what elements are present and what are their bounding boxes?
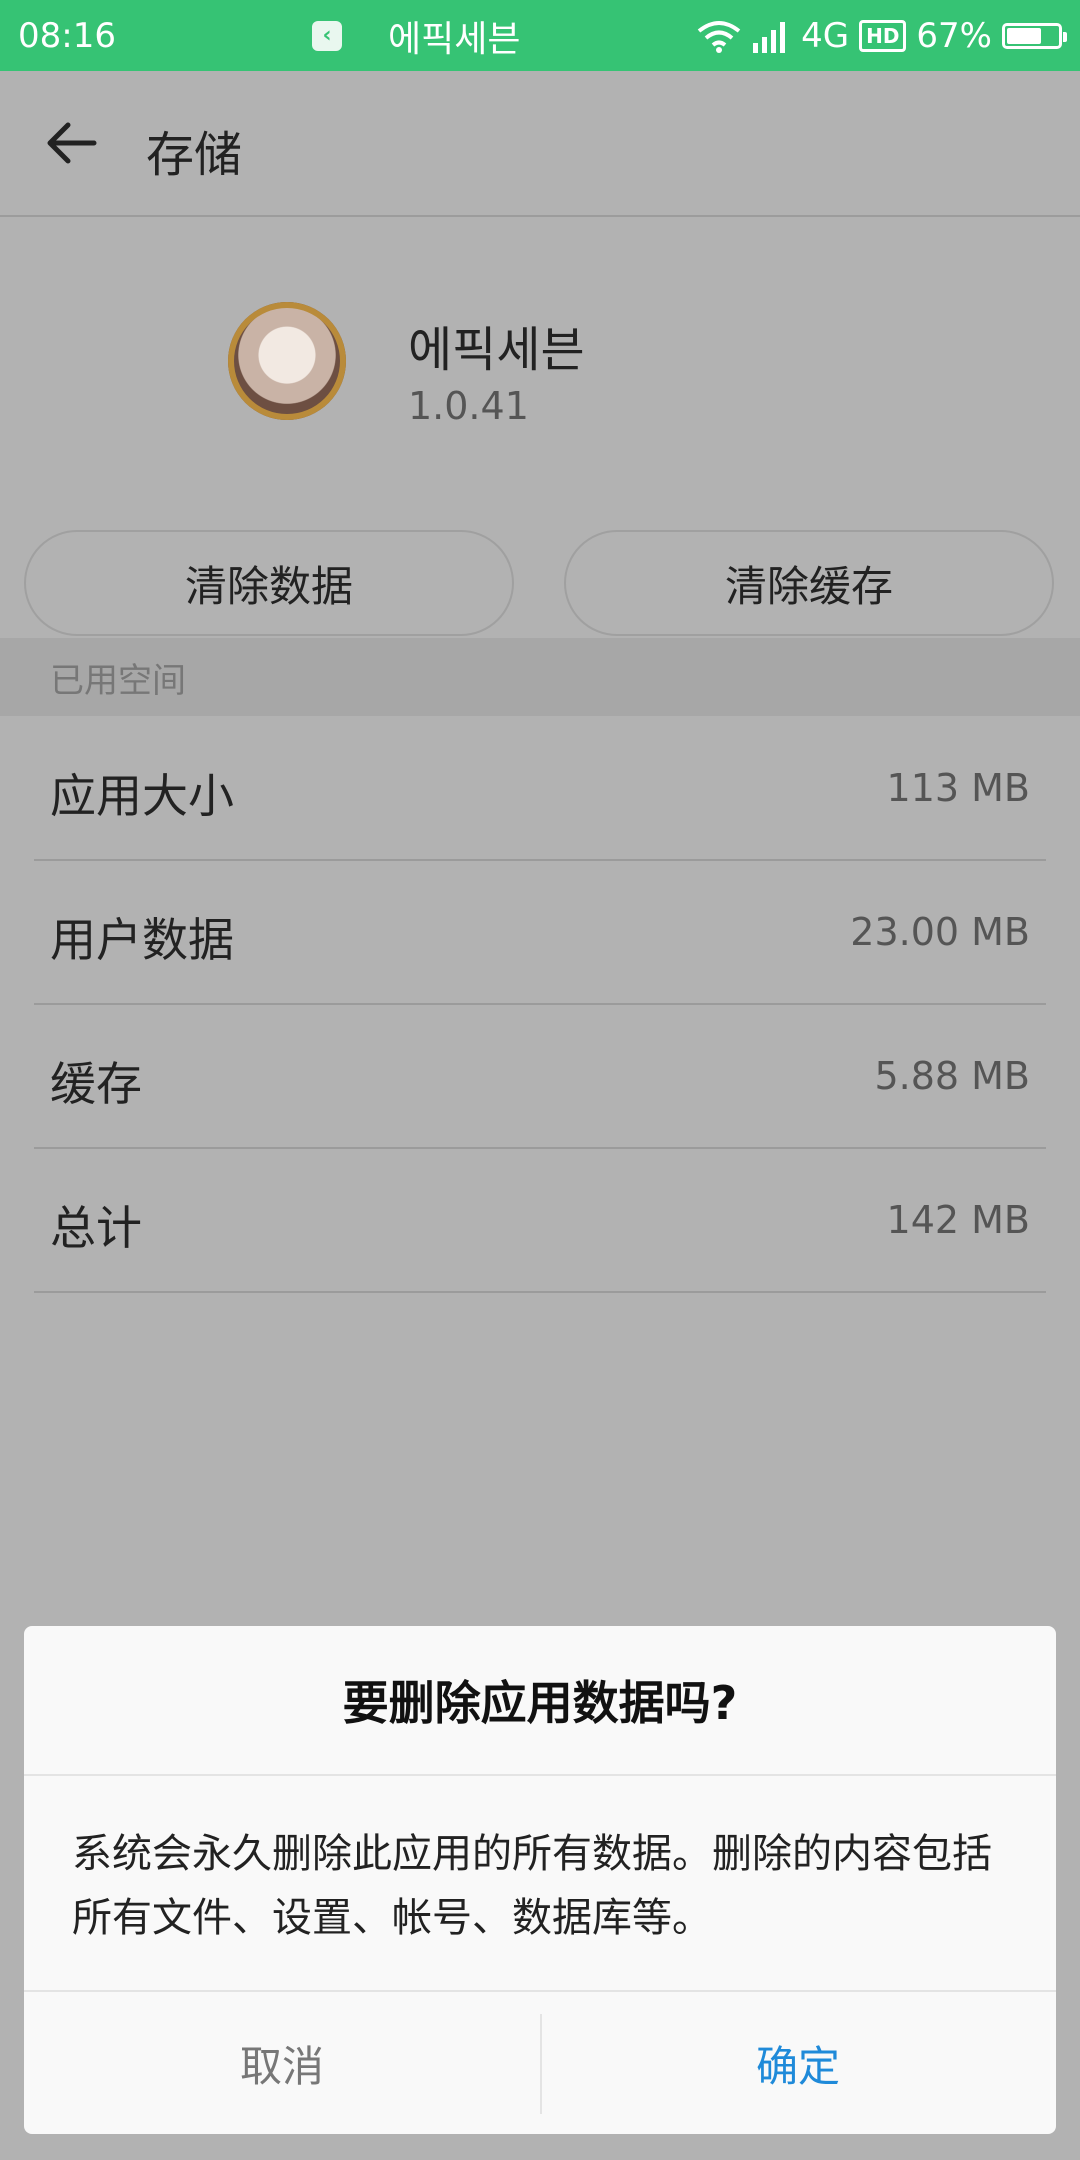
cancel-button[interactable]: 取消: [24, 1992, 540, 2134]
hd-badge: HD: [859, 19, 907, 52]
clear-cache-button[interactable]: 清除缓存: [564, 530, 1054, 636]
app-bar: 存储: [0, 71, 1080, 217]
section-header: 已用空间: [0, 638, 1080, 716]
row-label: 缓存: [50, 1057, 142, 1111]
status-notification: ‹ 에픽세븐: [312, 10, 520, 62]
back-arrow-icon[interactable]: [44, 119, 100, 167]
storage-row-cache: 缓存 5.88 MB: [34, 1004, 1046, 1149]
status-time: 08:16: [18, 15, 116, 56]
row-value: 113 MB: [886, 766, 1030, 810]
storage-row-app-size: 应用大小 113 MB: [34, 716, 1046, 861]
confirm-button[interactable]: 确定: [540, 1992, 1056, 2134]
row-label: 总计: [50, 1201, 142, 1255]
notification-app-label: 에픽세븐: [388, 18, 521, 60]
confirm-dialog: 要删除应用数据吗? 系统会永久删除此应用的所有数据。删除的内容包括所有文件、设置…: [24, 1626, 1056, 2134]
row-label: 应用大小: [50, 769, 234, 823]
dialog-actions: 取消 确定: [24, 1990, 1056, 2134]
battery-icon: [1002, 22, 1067, 49]
storage-row-total: 总计 142 MB: [34, 1148, 1046, 1293]
row-value: 142 MB: [886, 1198, 1030, 1242]
wifi-icon: [697, 20, 741, 53]
app-icon: [228, 302, 346, 420]
signal-icon: [753, 21, 786, 53]
network-type: 4G: [801, 15, 850, 56]
status-bar: 08:16 ‹ 에픽세븐 4G HD 67%: [0, 0, 1080, 71]
app-name: 에픽세븐: [408, 322, 585, 378]
clear-data-button[interactable]: 清除数据: [24, 530, 514, 636]
row-value: 23.00 MB: [850, 910, 1030, 954]
status-indicators: 4G HD 67%: [697, 15, 1067, 56]
dialog-message: 系统会永久删除此应用的所有数据。删除的内容包括所有文件、设置、帐号、数据库等。: [72, 1831, 992, 1941]
app-version: 1.0.41: [408, 384, 529, 428]
storage-row-user-data: 用户数据 23.00 MB: [34, 860, 1046, 1005]
page-title: 存储: [146, 127, 243, 183]
battery-percent: 67%: [916, 15, 992, 56]
battery-fill: [1007, 27, 1041, 44]
notification-app-icon: ‹: [312, 20, 342, 51]
row-label: 用户数据: [50, 913, 234, 967]
section-header-label: 已用空间: [50, 660, 186, 701]
dialog-title: 要删除应用数据吗?: [24, 1626, 1056, 1776]
row-value: 5.88 MB: [874, 1054, 1030, 1098]
